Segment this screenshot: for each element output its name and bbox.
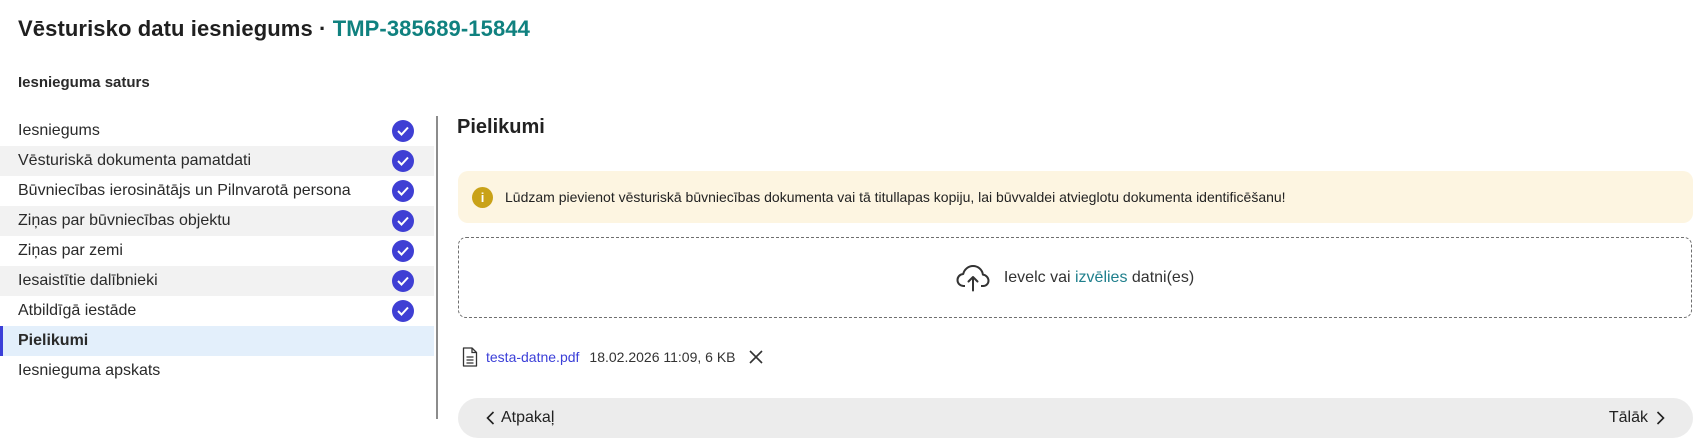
next-button[interactable]: Tālāk (1609, 409, 1665, 427)
sidebar-item-label: Atbildīgā iestāde (18, 302, 137, 319)
sidebar-item-zeme[interactable]: Ziņas par zemi (0, 236, 434, 266)
sidebar-item-iesniegums[interactable]: Iesniegums (0, 116, 434, 146)
submission-code: TMP-385689-15844 (332, 16, 530, 41)
attached-file-row: testa-datne.pdf 18.02.2026 11:09, 6 KB (462, 342, 764, 372)
check-circle-icon (392, 300, 414, 322)
info-icon: i (472, 186, 493, 208)
title-separator: · (319, 16, 327, 41)
navigation-footer: Atpakaļ Tālāk (458, 398, 1693, 438)
back-button-label: Atpakaļ (501, 409, 555, 426)
sidebar-heading: Iesnieguma saturs (18, 74, 150, 91)
cloud-upload-icon (956, 264, 990, 292)
dropzone-suffix: datni(es) (1131, 268, 1195, 286)
sidebar-item-pamatdati[interactable]: Vēsturiskā dokumenta pamatdati (0, 146, 434, 176)
choose-files-link[interactable]: izvēlies (1075, 269, 1127, 287)
next-button-label: Tālāk (1608, 409, 1648, 426)
sidebar-item-label: Iesnieguma apskats (18, 362, 161, 379)
sidebar-item-label: Ziņas par zemi (18, 242, 123, 259)
sidebar-item-ierosinatajs[interactable]: Būvniecības ierosinātājs un Pilnvarotā p… (0, 176, 434, 206)
sidebar-nav: Iesniegums Vēsturiskā dokumenta pamatdat… (0, 116, 434, 386)
chevron-left-icon (486, 411, 495, 425)
file-dropzone[interactable]: Ievelc vai izvēlies datni(es) (458, 237, 1692, 318)
page-title: Vēsturisko datu iesniegums · TMP-385689-… (18, 16, 530, 42)
vertical-divider (436, 116, 438, 419)
notice-text: Lūdzam pievienot vēsturiskā būvniecības … (505, 189, 1286, 205)
sidebar-item-dalibnieki[interactable]: Iesaistītie dalībnieki (0, 266, 434, 296)
check-circle-icon (392, 240, 414, 262)
sidebar-item-label: Iesaistītie dalībnieki (18, 272, 158, 289)
dropzone-prefix: Ievelc vai (1003, 268, 1071, 286)
check-circle-icon (392, 210, 414, 232)
remove-file-icon[interactable] (748, 349, 764, 365)
sidebar-item-pielikumi[interactable]: Pielikumi (0, 326, 434, 356)
back-button[interactable]: Atpakaļ (486, 409, 554, 427)
check-circle-icon (392, 180, 414, 202)
page-title-text: Vēsturisko datu iesniegums (18, 16, 313, 41)
section-title: Pielikumi (457, 116, 545, 138)
check-circle-icon (392, 270, 414, 292)
sidebar-item-apskats[interactable]: Iesnieguma apskats (0, 356, 434, 386)
check-circle-icon (392, 120, 414, 142)
sidebar-item-label: Pielikumi (18, 332, 89, 349)
sidebar-item-label: Iesniegums (18, 122, 100, 139)
document-icon (462, 347, 478, 367)
sidebar-item-label: Vēsturiskā dokumenta pamatdati (18, 152, 252, 169)
sidebar-item-iestade[interactable]: Atbildīgā iestāde (0, 296, 434, 326)
check-circle-icon (392, 150, 414, 172)
info-notice: i Lūdzam pievienot vēsturiskā būvniecība… (458, 171, 1693, 223)
sidebar-item-objekts[interactable]: Ziņas par būvniecības objektu (0, 206, 434, 236)
chevron-right-icon (1656, 411, 1665, 425)
sidebar-item-label: Ziņas par būvniecības objektu (18, 212, 231, 229)
file-name-link[interactable]: testa-datne.pdf (486, 349, 579, 365)
file-meta: 18.02.2026 11:09, 6 KB (589, 349, 736, 365)
sidebar-item-label: Būvniecības ierosinātājs un Pilnvarotā p… (18, 182, 351, 199)
